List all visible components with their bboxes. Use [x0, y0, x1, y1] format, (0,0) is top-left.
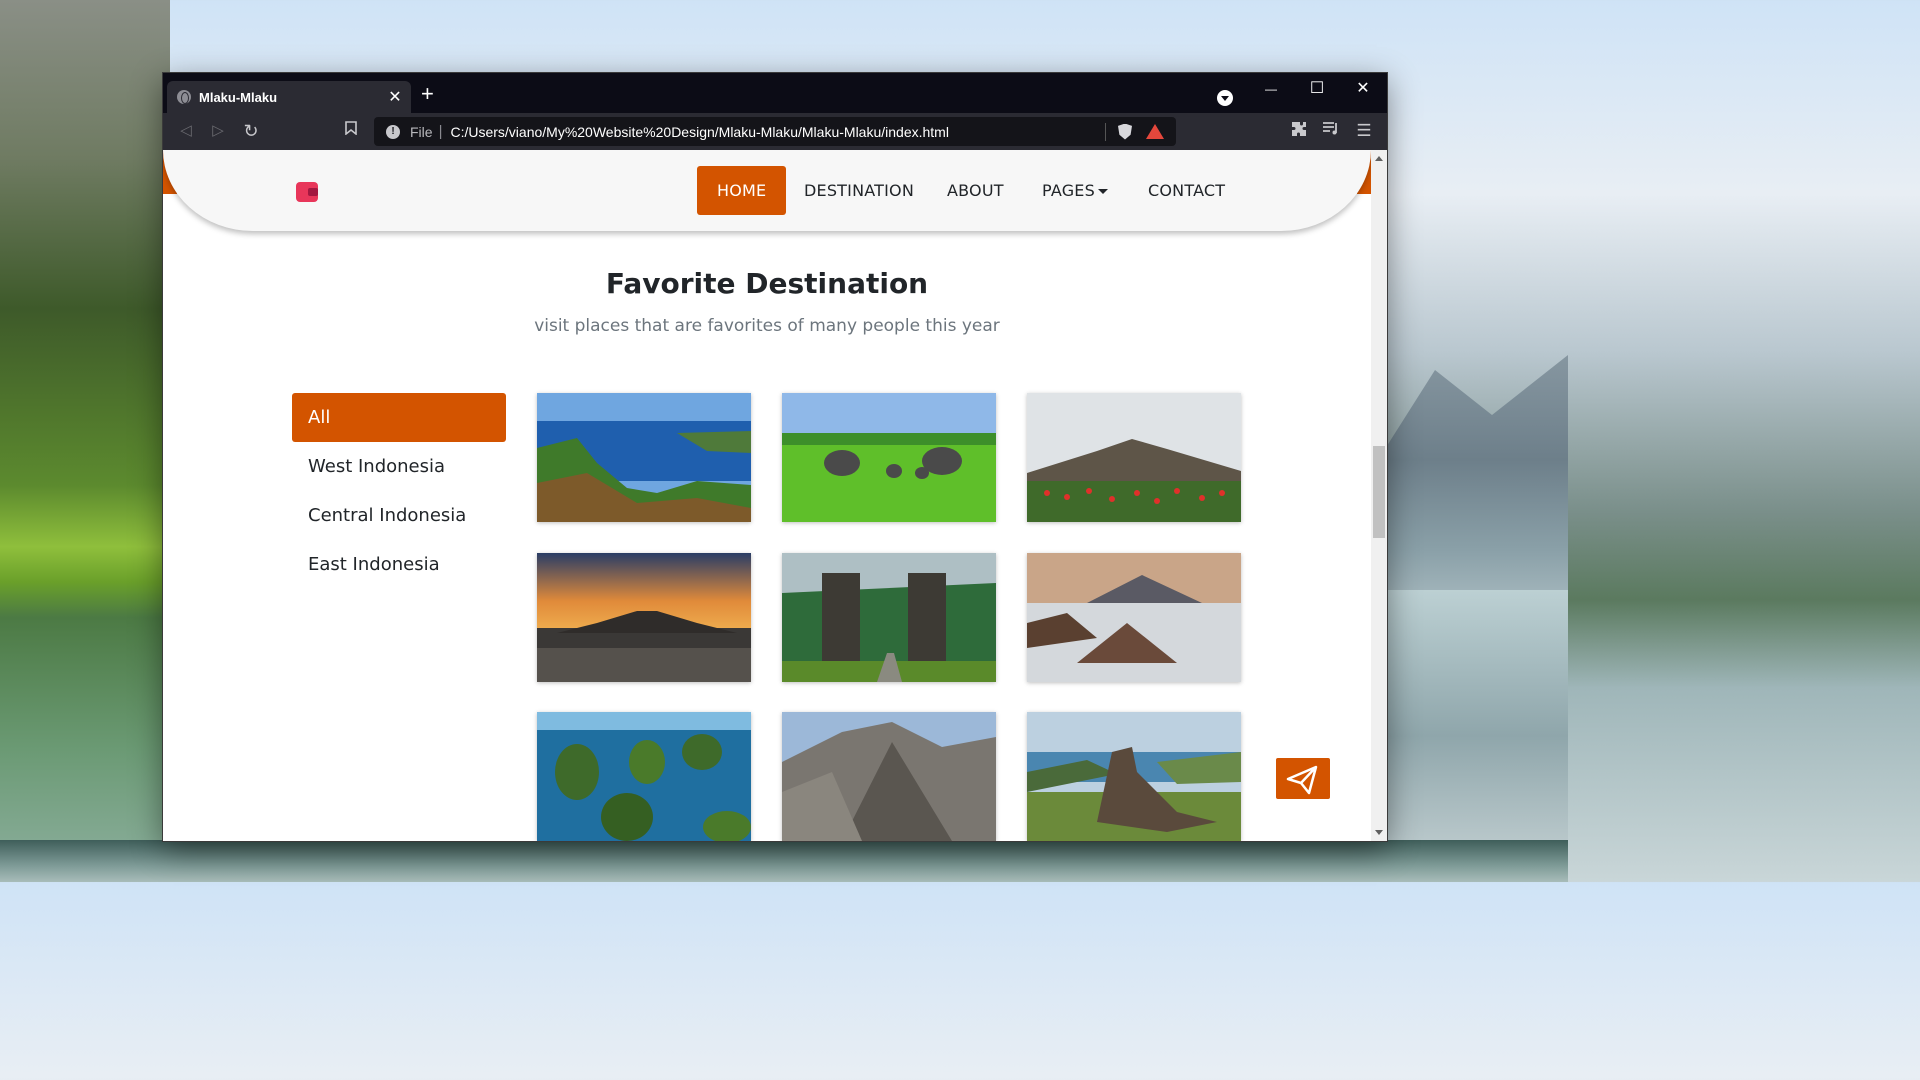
filter-central-indonesia[interactable]: Central Indonesia	[292, 491, 506, 540]
scroll-thumb[interactable]	[1373, 446, 1385, 538]
filter-west-indonesia[interactable]: West Indonesia	[292, 442, 506, 491]
page-scrollbar[interactable]	[1371, 150, 1387, 841]
info-icon[interactable]: !	[386, 124, 400, 139]
url-text[interactable]: C:/Users/viano/My%20Website%20Design/Mla…	[450, 124, 1105, 140]
scroll-down-arrow-icon[interactable]	[1375, 830, 1383, 835]
page-viewport: HOME DESTINATION ABOUT PAGES CONTACT Fav…	[163, 150, 1371, 841]
forward-icon[interactable]: ▷	[207, 121, 229, 141]
nav-home[interactable]: HOME	[697, 166, 787, 215]
borobudur-image	[537, 553, 751, 682]
section-title: Favorite Destination	[605, 267, 929, 300]
minimize-button[interactable]: —	[1248, 77, 1294, 101]
nav-destination[interactable]: DESTINATION	[804, 166, 914, 215]
nav-about[interactable]: ABOUT	[947, 166, 1004, 215]
destination-card[interactable]	[1027, 393, 1241, 522]
playlist-icon[interactable]	[1320, 121, 1342, 141]
mountain-flowers-image	[1027, 393, 1241, 522]
section-subtitle: visit places that are favorites of many …	[534, 316, 1000, 336]
paper-plane-icon	[1286, 765, 1318, 795]
menu-icon[interactable]: ☰	[1353, 121, 1375, 141]
brave-rewards-icon[interactable]	[1146, 124, 1164, 139]
nav-pages-label: PAGES	[1042, 181, 1095, 200]
tab-close-button[interactable]: ✕	[385, 87, 405, 107]
brave-shield-icon[interactable]	[1118, 123, 1132, 140]
cartensz-image	[782, 712, 996, 841]
browser-titlebar: Mlaku-Mlaku ✕ + — ☐ ✕	[163, 73, 1387, 113]
globe-icon	[177, 90, 191, 104]
lake-toba-image	[537, 393, 751, 522]
new-tab-button[interactable]: +	[421, 81, 434, 107]
destination-card[interactable]	[1027, 712, 1241, 841]
wallet-logo-icon[interactable]	[296, 182, 318, 202]
tab-title: Mlaku-Mlaku	[199, 89, 278, 105]
elephants-image	[782, 393, 996, 522]
destination-card[interactable]	[537, 712, 751, 841]
file-label: File	[410, 123, 433, 140]
destination-card[interactable]	[782, 393, 996, 522]
filter-all[interactable]: All	[292, 393, 506, 442]
destination-card[interactable]	[782, 712, 996, 841]
browser-window: Mlaku-Mlaku ✕ + — ☐ ✕ ◁ ▷ ↻ ! File | C:/…	[163, 73, 1387, 841]
destination-card[interactable]	[782, 553, 996, 682]
nav-contact[interactable]: CONTACT	[1148, 166, 1225, 215]
browser-toolbar: ◁ ▷ ↻ ! File | C:/Users/viano/My%20Websi…	[163, 113, 1387, 150]
destination-card[interactable]	[1027, 553, 1241, 682]
extensions-icon[interactable]	[1288, 121, 1310, 143]
address-divider: |	[438, 123, 443, 140]
maximize-button[interactable]: ☐	[1294, 77, 1340, 101]
address-bar[interactable]: ! File | C:/Users/viano/My%20Website%20D…	[374, 117, 1176, 146]
bookmark-icon[interactable]	[340, 121, 362, 141]
filter-east-indonesia[interactable]: East Indonesia	[292, 540, 506, 589]
reload-icon[interactable]: ↻	[240, 121, 262, 141]
tab-search-icon[interactable]	[1217, 90, 1233, 106]
raja-ampat-image	[537, 712, 751, 841]
desktop-wallpaper-mountain	[0, 0, 170, 882]
back-icon[interactable]: ◁	[175, 121, 197, 141]
close-window-button[interactable]: ✕	[1340, 77, 1386, 101]
destination-card[interactable]	[537, 393, 751, 522]
destination-card[interactable]	[537, 553, 751, 682]
bali-gate-image	[782, 553, 996, 682]
address-separator	[1105, 122, 1106, 141]
scroll-up-arrow-icon[interactable]	[1375, 156, 1383, 161]
caret-down-icon	[1097, 189, 1108, 194]
desktop-wallpaper-water	[0, 840, 1568, 882]
komodo-image	[1027, 712, 1241, 841]
send-message-button[interactable]	[1276, 758, 1330, 799]
browser-tab[interactable]: Mlaku-Mlaku ✕	[167, 81, 411, 113]
nav-pages[interactable]: PAGES	[1042, 166, 1108, 215]
site-navbar: HOME DESTINATION ABOUT PAGES CONTACT	[163, 150, 1371, 231]
bromo-image	[1027, 553, 1241, 682]
desktop-wallpaper-lake	[1378, 590, 1568, 882]
